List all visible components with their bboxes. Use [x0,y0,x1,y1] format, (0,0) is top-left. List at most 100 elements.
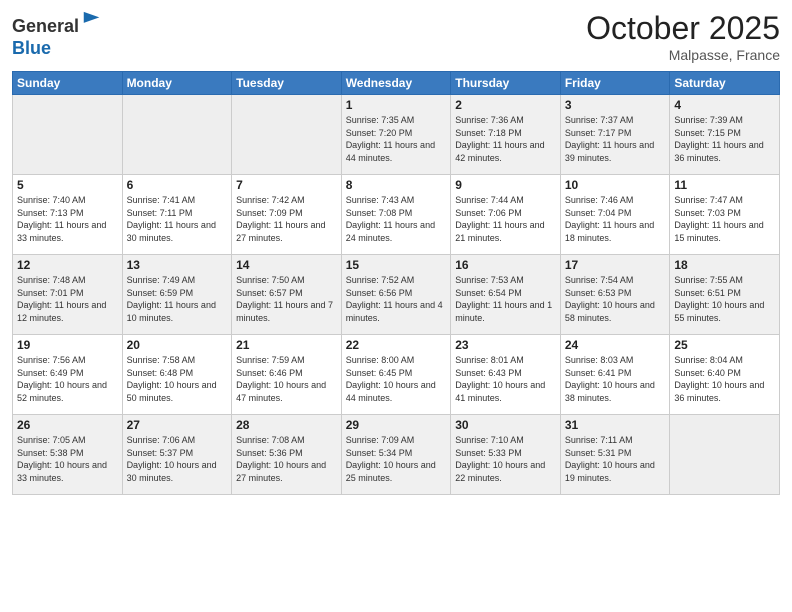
calendar-day-cell: 31 Sunrise: 7:11 AMSunset: 5:31 PMDayligh… [560,415,670,495]
calendar-day-cell: 1 Sunrise: 7:35 AMSunset: 7:20 PMDaylight… [341,95,451,175]
day-info: Sunrise: 7:56 AMSunset: 6:49 PMDaylight:… [17,354,118,404]
day-info: Sunrise: 7:49 AMSunset: 6:59 PMDaylight:… [127,274,228,324]
title-block: October 2025 Malpasse, France [586,10,780,63]
day-number: 3 [565,98,666,112]
day-number: 6 [127,178,228,192]
calendar-day-cell: 25 Sunrise: 8:04 AMSunset: 6:40 PMDayligh… [670,335,780,415]
logo-flag-icon [81,10,103,32]
calendar-day-cell: 14 Sunrise: 7:50 AMSunset: 6:57 PMDayligh… [232,255,342,335]
calendar-day-cell [122,95,232,175]
calendar-day-cell: 30Sunrise: 7:10 AMSunset: 5:33 PMDayligh… [451,415,561,495]
calendar-week-row: 19Sunrise: 7:56 AMSunset: 6:49 PMDayligh… [13,335,780,415]
logo: General Blue [12,10,103,59]
calendar-day-cell: 12 Sunrise: 7:48 AMSunset: 7:01 PMDayligh… [13,255,123,335]
calendar-day-cell: 20Sunrise: 7:58 AMSunset: 6:48 PMDayligh… [122,335,232,415]
day-number: 13 [127,258,228,272]
calendar-day-cell: 9 Sunrise: 7:44 AMSunset: 7:06 PMDaylight… [451,175,561,255]
calendar-day-cell: 27Sunrise: 7:06 AMSunset: 5:37 PMDayligh… [122,415,232,495]
day-info: Sunrise: 8:03 AMSunset: 6:41 PMDaylight:… [565,354,666,404]
day-info: Sunrise: 7:08 AMSunset: 5:36 PMDaylight:… [236,434,337,484]
calendar-day-cell: 7Sunrise: 7:42 AMSunset: 7:09 PMDaylight… [232,175,342,255]
day-number: 23 [455,338,556,352]
header-saturday: Saturday [670,72,780,95]
day-info: Sunrise: 7:09 AMSunset: 5:34 PMDaylight:… [346,434,447,484]
day-info: Sunrise: 8:01 AMSunset: 6:43 PMDaylight:… [455,354,556,404]
day-number: 12 [17,258,118,272]
calendar-day-cell: 8 Sunrise: 7:43 AMSunset: 7:08 PMDaylight… [341,175,451,255]
day-number: 8 [346,178,447,192]
day-number: 24 [565,338,666,352]
calendar-table: Sunday Monday Tuesday Wednesday Thursday… [12,71,780,495]
day-number: 9 [455,178,556,192]
header-thursday: Thursday [451,72,561,95]
calendar-day-cell: 19Sunrise: 7:56 AMSunset: 6:49 PMDayligh… [13,335,123,415]
day-info: Sunrise: 7:05 AMSunset: 5:38 PMDaylight:… [17,434,118,484]
day-number: 14 [236,258,337,272]
day-number: 18 [674,258,775,272]
day-info: Sunrise: 7:53 AMSunset: 6:54 PMDaylight:… [455,274,556,324]
day-number: 25 [674,338,775,352]
calendar-header-row: Sunday Monday Tuesday Wednesday Thursday… [13,72,780,95]
calendar-week-row: 5 Sunrise: 7:40 AMSunset: 7:13 PMDaylight… [13,175,780,255]
day-info: Sunrise: 7:11 AMSunset: 5:31 PMDaylight:… [565,434,666,484]
day-info: Sunrise: 7:06 AMSunset: 5:37 PMDaylight:… [127,434,228,484]
day-info: Sunrise: 7:46 AMSunset: 7:04 PMDaylight:… [565,194,666,244]
day-info: Sunrise: 7:37 AMSunset: 7:17 PMDaylight:… [565,114,666,164]
day-number: 22 [346,338,447,352]
day-info: Sunrise: 7:47 AMSunset: 7:03 PMDaylight:… [674,194,775,244]
day-number: 5 [17,178,118,192]
calendar-day-cell: 4Sunrise: 7:39 AMSunset: 7:15 PMDaylight… [670,95,780,175]
day-info: Sunrise: 7:54 AMSunset: 6:53 PMDaylight:… [565,274,666,324]
calendar-week-row: 26 Sunrise: 7:05 AMSunset: 5:38 PMDayligh… [13,415,780,495]
header-tuesday: Tuesday [232,72,342,95]
day-info: Sunrise: 7:43 AMSunset: 7:08 PMDaylight:… [346,194,447,244]
header-wednesday: Wednesday [341,72,451,95]
day-number: 31 [565,418,666,432]
day-info: Sunrise: 7:48 AMSunset: 7:01 PMDaylight:… [17,274,118,324]
calendar-day-cell: 29 Sunrise: 7:09 AMSunset: 5:34 PMDayligh… [341,415,451,495]
calendar-day-cell: 6 Sunrise: 7:41 AMSunset: 7:11 PMDaylight… [122,175,232,255]
day-info: Sunrise: 7:50 AMSunset: 6:57 PMDaylight:… [236,274,337,324]
calendar-day-cell: 18 Sunrise: 7:55 AMSunset: 6:51 PMDayligh… [670,255,780,335]
day-number: 15 [346,258,447,272]
day-info: Sunrise: 7:35 AMSunset: 7:20 PMDaylight:… [346,114,447,164]
month-title: October 2025 [586,10,780,47]
day-number: 2 [455,98,556,112]
day-number: 1 [346,98,447,112]
day-info: Sunrise: 7:41 AMSunset: 7:11 PMDaylight:… [127,194,228,244]
calendar-day-cell [670,415,780,495]
calendar-day-cell [232,95,342,175]
header-monday: Monday [122,72,232,95]
header: General Blue October 2025 Malpasse, Fran… [12,10,780,63]
day-info: Sunrise: 7:40 AMSunset: 7:13 PMDaylight:… [17,194,118,244]
day-number: 29 [346,418,447,432]
day-info: Sunrise: 7:44 AMSunset: 7:06 PMDaylight:… [455,194,556,244]
header-sunday: Sunday [13,72,123,95]
day-info: Sunrise: 7:52 AMSunset: 6:56 PMDaylight:… [346,274,447,324]
calendar-day-cell [13,95,123,175]
day-number: 10 [565,178,666,192]
calendar-day-cell: 15 Sunrise: 7:52 AMSunset: 6:56 PMDayligh… [341,255,451,335]
calendar-day-cell: 16 Sunrise: 7:53 AMSunset: 6:54 PMDayligh… [451,255,561,335]
calendar-day-cell: 3 Sunrise: 7:37 AMSunset: 7:17 PMDaylight… [560,95,670,175]
day-number: 16 [455,258,556,272]
day-info: Sunrise: 7:59 AMSunset: 6:46 PMDaylight:… [236,354,337,404]
day-number: 21 [236,338,337,352]
calendar-day-cell: 5 Sunrise: 7:40 AMSunset: 7:13 PMDaylight… [13,175,123,255]
logo-blue-text: Blue [12,38,51,58]
day-number: 26 [17,418,118,432]
day-info: Sunrise: 7:55 AMSunset: 6:51 PMDaylight:… [674,274,775,324]
calendar-day-cell: 23 Sunrise: 8:01 AMSunset: 6:43 PMDayligh… [451,335,561,415]
day-number: 17 [565,258,666,272]
calendar-week-row: 12 Sunrise: 7:48 AMSunset: 7:01 PMDayligh… [13,255,780,335]
day-info: Sunrise: 7:39 AMSunset: 7:15 PMDaylight:… [674,114,775,164]
calendar-day-cell: 13 Sunrise: 7:49 AMSunset: 6:59 PMDayligh… [122,255,232,335]
day-info: Sunrise: 7:10 AMSunset: 5:33 PMDaylight:… [455,434,556,484]
calendar-day-cell: 17 Sunrise: 7:54 AMSunset: 6:53 PMDayligh… [560,255,670,335]
calendar-day-cell: 28Sunrise: 7:08 AMSunset: 5:36 PMDayligh… [232,415,342,495]
calendar-day-cell: 26 Sunrise: 7:05 AMSunset: 5:38 PMDayligh… [13,415,123,495]
day-info: Sunrise: 7:58 AMSunset: 6:48 PMDaylight:… [127,354,228,404]
day-number: 11 [674,178,775,192]
day-info: Sunrise: 8:04 AMSunset: 6:40 PMDaylight:… [674,354,775,404]
day-number: 7 [236,178,337,192]
